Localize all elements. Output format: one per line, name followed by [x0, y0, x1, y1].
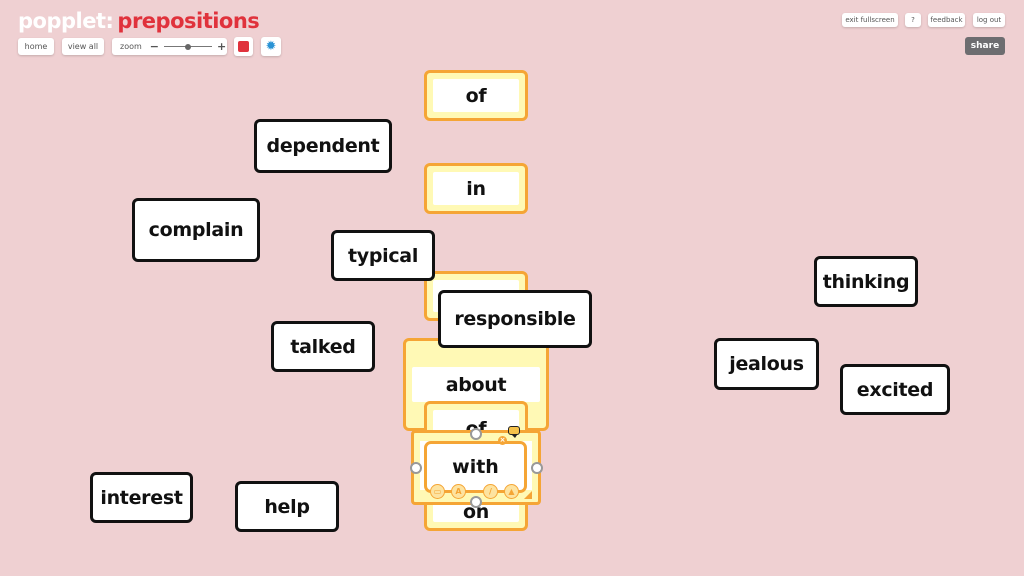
popple-complain[interactable]: complain: [132, 198, 260, 262]
popple-excited[interactable]: excited: [840, 364, 950, 415]
settings-button[interactable]: ✹: [261, 37, 281, 56]
help-button[interactable]: ?: [905, 13, 921, 27]
board-name[interactable]: prepositions: [117, 9, 259, 33]
color-picker-button[interactable]: [234, 37, 253, 56]
zoom-label: zoom: [120, 42, 142, 51]
text-icon[interactable]: A: [451, 484, 466, 499]
popple-typical[interactable]: typical: [331, 230, 435, 281]
image-icon[interactable]: ▲: [504, 484, 519, 499]
connect-handle-top[interactable]: [470, 428, 482, 440]
comment-icon[interactable]: [508, 426, 520, 438]
popple-responsible[interactable]: responsible: [438, 290, 592, 348]
frame-icon[interactable]: ▭: [430, 484, 445, 499]
share-button[interactable]: share: [965, 37, 1005, 55]
popple-dependent[interactable]: dependent: [254, 119, 392, 173]
popple-thinking[interactable]: thinking: [814, 256, 918, 307]
feedback-button[interactable]: feedback: [928, 13, 965, 27]
popple-talked[interactable]: talked: [271, 321, 375, 372]
zoom-slider[interactable]: [164, 43, 212, 50]
zoom-control: zoom − +: [112, 38, 227, 55]
log-out-button[interactable]: log out: [973, 13, 1005, 27]
popple-text: in: [433, 172, 519, 205]
popple-jealous[interactable]: jealous: [714, 338, 819, 390]
zoom-out-button[interactable]: −: [150, 40, 159, 53]
zoom-slider-knob[interactable]: [185, 43, 191, 50]
delete-popple-icon[interactable]: ×: [498, 436, 507, 445]
zoom-in-button[interactable]: +: [217, 40, 226, 53]
connect-handle-right[interactable]: [531, 462, 543, 474]
connect-handle-left[interactable]: [410, 462, 422, 474]
gear-icon: ✹: [265, 39, 277, 54]
resize-handle[interactable]: [524, 491, 532, 499]
popple-help[interactable]: help: [235, 481, 339, 532]
home-button[interactable]: home: [18, 38, 54, 55]
popplet-logo: popplet:: [18, 9, 114, 33]
popple-in[interactable]: in: [424, 163, 528, 214]
popple-text: about: [412, 367, 540, 402]
view-all-button[interactable]: view all: [62, 38, 104, 55]
color-swatch: [238, 41, 249, 52]
exit-fullscreen-button[interactable]: exit fullscreen: [842, 13, 898, 27]
popple-of[interactable]: of: [424, 70, 528, 121]
popple-interest[interactable]: interest: [90, 472, 193, 523]
popple-text: of: [433, 79, 519, 112]
connect-handle-bottom[interactable]: [470, 496, 482, 508]
pencil-icon[interactable]: /: [483, 484, 498, 499]
board-title: popplet: prepositions: [18, 9, 260, 33]
